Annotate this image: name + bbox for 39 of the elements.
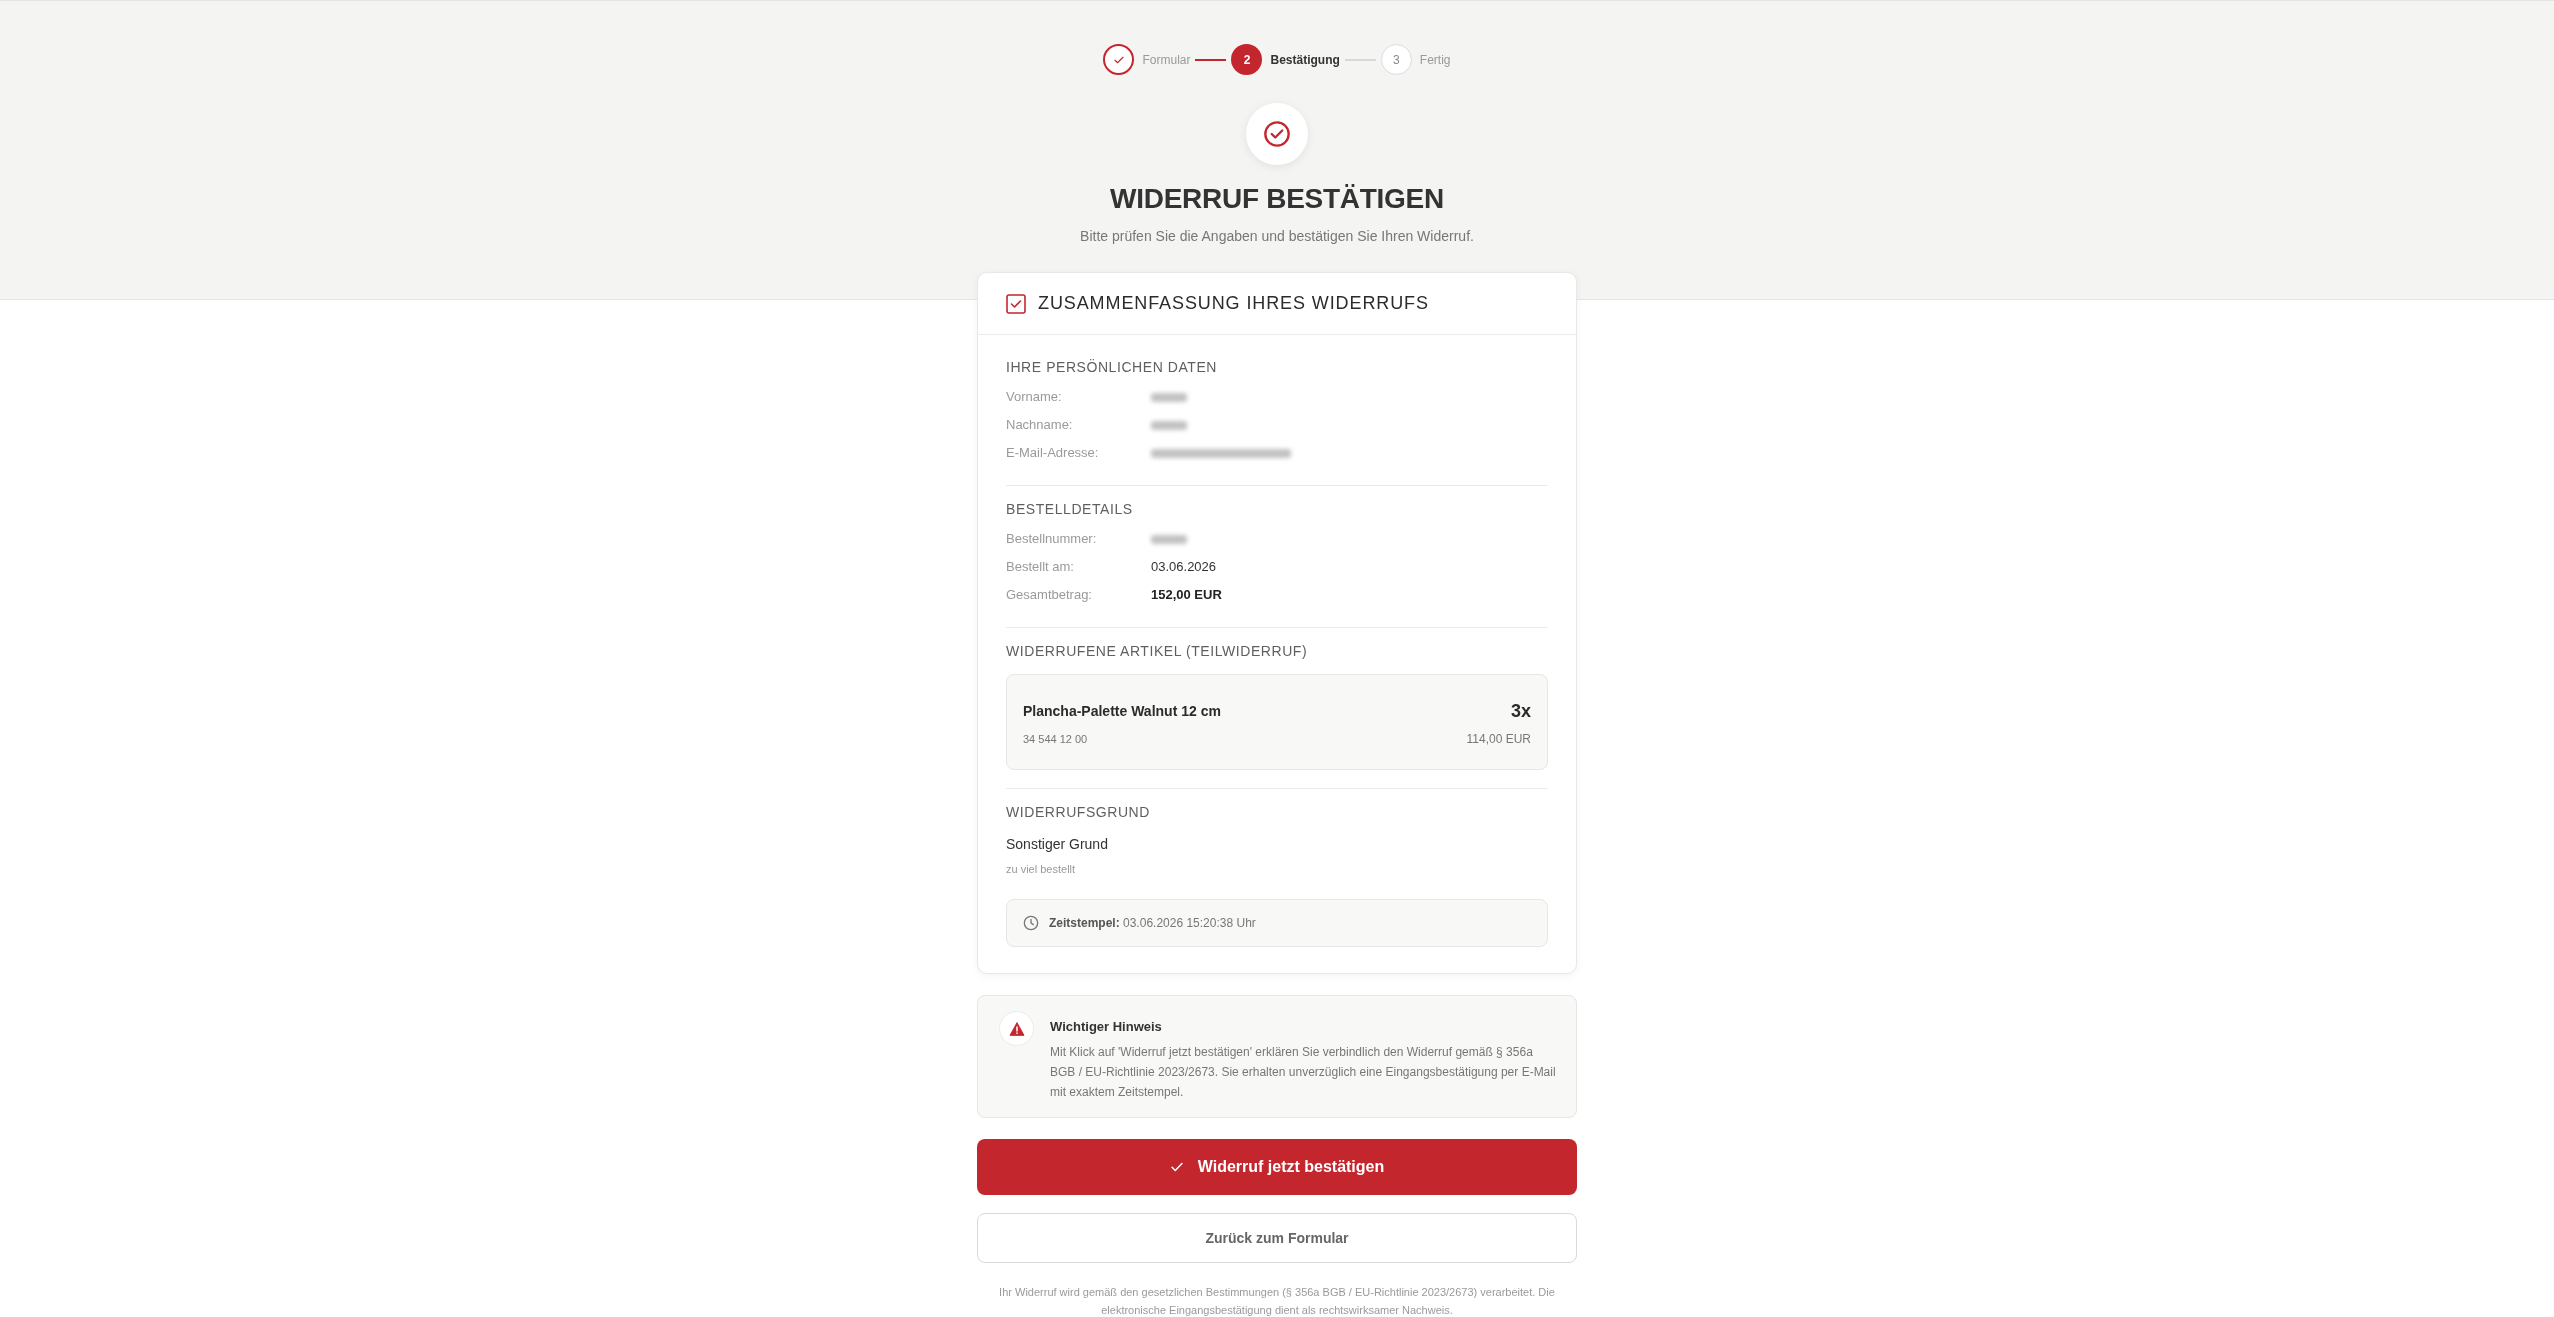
clock-icon <box>1023 915 1039 931</box>
article-number: 34 544 12 00 <box>1023 731 1088 747</box>
field-value: 152,00 EUR <box>1151 586 1222 605</box>
field-label: Gesamtbetrag: <box>1006 586 1093 605</box>
section-heading: IHRE PERSÖNLICHEN DATEN <box>1006 358 1218 377</box>
step-number: 2 <box>1231 44 1263 75</box>
timestamp-text: Zeitstempel: 03.06.2026 15:20:38 Uhr <box>1049 915 1256 932</box>
notice-title: Wichtiger Hinweis <box>1050 1018 1163 1036</box>
blurred-value <box>1151 420 1187 430</box>
legal-note: Ihr Widerruf wird gemäß den gesetzlichen Bestimmungen (§ 356a BGB / EU-Richtlinie 2023/2673) verarbeitet. Die elektronische Eingangsbestätigung dient als rechtswirksamer Nachweis. <box>998 1285 1556 1317</box>
check-icon <box>1169 1160 1184 1174</box>
card-title: ZUSAMMENFASSUNG IHRES WIDERRUFS <box>1038 292 1429 315</box>
section-heading: WIDERRUFSGRUND <box>1006 803 1151 822</box>
step-number: 3 <box>1380 44 1412 75</box>
confirm-button[interactable]: Widerruf jetzt bestätigen <box>977 1139 1577 1195</box>
section-heading: BESTELLDETAILS <box>1006 500 1134 519</box>
step-label: Formular <box>1142 51 1191 69</box>
warning-icon <box>999 1011 1034 1046</box>
page-subtitle: Bitte prüfen Sie die Angaben und bestätigen Sie Ihren Widerruf. <box>1080 227 1474 246</box>
field-label: Vorname: <box>1006 388 1063 407</box>
field-label: E-Mail-Adresse: <box>1006 444 1100 463</box>
check-square-icon <box>1006 293 1026 314</box>
section-heading: WIDERRUFENE ARTIKEL (TEILWIDERRUF) <box>1006 642 1309 661</box>
reason-comment: zu viel bestellt <box>1006 862 1077 877</box>
back-button[interactable]: Zurück zum Formular <box>977 1213 1577 1263</box>
field-label: Bestellnummer: <box>1006 530 1098 549</box>
article-price: 114,00 EUR <box>1466 731 1531 748</box>
field-label: Bestellt am: <box>1006 558 1075 577</box>
reason-text: Sonstiger Grund <box>1006 835 1109 854</box>
field-label: Nachname: <box>1006 416 1074 435</box>
step-label: Fertig <box>1419 51 1451 69</box>
page-title: WIDERRUF BESTÄTIGEN <box>1110 182 1444 216</box>
field-value: 03.06.2026 <box>1151 558 1217 577</box>
blurred-value <box>1151 392 1187 402</box>
step-label: Bestätigung <box>1270 51 1340 69</box>
article-quantity: 3x <box>1510 699 1531 723</box>
notice-text: Mit Klick auf 'Widerruf jetzt bestätigen' erklären Sie verbindlich den Widerruf gemäß § 356a BGB / EU-Richtlinie 2023/2673. Sie erhalten unverzüglich eine Eingangsbestätigung per E-Mail mit exaktem Zeitstempel. <box>1050 1044 1556 1101</box>
blurred-value <box>1151 534 1187 544</box>
article-name: Plancha-Palette Walnut 12 cm <box>1023 701 1221 721</box>
